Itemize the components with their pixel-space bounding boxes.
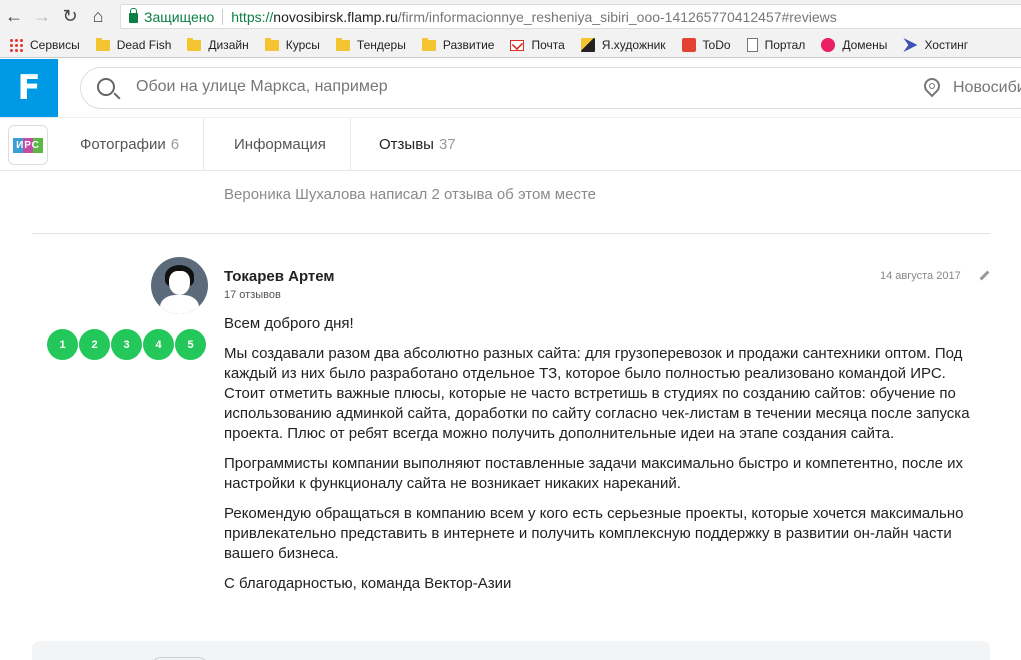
bookmark-label: ToDo bbox=[702, 38, 731, 52]
bookmark-label: Я.художник bbox=[601, 38, 666, 52]
host-icon bbox=[903, 38, 918, 52]
avatar-face bbox=[169, 271, 190, 295]
tab-label: Информация bbox=[234, 136, 326, 153]
reviewer-review-count: 17 отзывов bbox=[224, 289, 281, 301]
url-scheme: https:// bbox=[231, 8, 274, 25]
bookmark-portal[interactable]: Портал bbox=[738, 38, 813, 52]
mail-icon bbox=[510, 39, 525, 51]
bookmark-artist[interactable]: Я.художник bbox=[572, 38, 673, 52]
todo-icon bbox=[681, 38, 696, 52]
bookmark-todo[interactable]: ToDo bbox=[673, 38, 738, 52]
url-path: /firm/informacionnye_resheniya_sibiri_oo… bbox=[397, 8, 837, 25]
bookmark-label: Тендеры bbox=[356, 38, 406, 52]
tab-info[interactable]: Информация bbox=[210, 118, 351, 171]
rating-point-4: 4 bbox=[143, 329, 174, 360]
bookmark-tenders[interactable]: Тендеры bbox=[327, 37, 413, 52]
folder-icon bbox=[187, 37, 202, 51]
lock-icon bbox=[129, 8, 138, 23]
bookmark-label: Dead Fish bbox=[116, 38, 172, 52]
review-paragraph: С благодарностью, команда Вектор-Азии bbox=[224, 575, 512, 592]
bookmark-label: Портал bbox=[764, 38, 806, 52]
firm-logo-text: ИРС bbox=[13, 137, 43, 153]
folder-icon bbox=[264, 37, 279, 51]
location-pin-icon[interactable] bbox=[920, 74, 944, 98]
bookmark-hosting[interactable]: Хостинг bbox=[894, 38, 975, 52]
review-date: 14 августа 2017 bbox=[880, 270, 961, 282]
rating-point-1: 1 bbox=[47, 329, 78, 360]
site-header: F Новосибирск bbox=[0, 59, 1021, 117]
tab-label: Отзывы bbox=[379, 136, 434, 153]
bookmark-label: Дизайн bbox=[208, 38, 249, 52]
firm-logo[interactable]: ИРС bbox=[8, 125, 48, 165]
review-rating: 1 2 3 4 5 bbox=[47, 329, 206, 360]
url-separator bbox=[222, 8, 224, 25]
bookmarks-bar: Сервисы Dead Fish Дизайн Курсы Тендеры Р… bbox=[0, 33, 1021, 58]
bookmark-label: Хостинг bbox=[924, 38, 969, 52]
bookmark-domains[interactable]: Домены bbox=[812, 38, 894, 52]
bookmark-label: Сервисы bbox=[30, 38, 80, 52]
bookmark-design[interactable]: Дизайн bbox=[178, 37, 255, 52]
rating-point-2: 2 bbox=[79, 329, 110, 360]
address-bar[interactable]: Защищено https:// novosibirsk.flamp.ru /… bbox=[120, 4, 1021, 29]
folder-icon bbox=[421, 37, 436, 51]
review-paragraph: Всем доброго дня! bbox=[224, 315, 354, 332]
bookmark-label: Почта bbox=[531, 38, 565, 52]
bookmark-mail[interactable]: Почта bbox=[501, 38, 571, 52]
apps-icon bbox=[9, 38, 23, 52]
city-selector[interactable]: Новосибирск bbox=[953, 79, 1021, 97]
tab-count: 6 bbox=[170, 136, 180, 153]
bookmark-label: Развитие bbox=[442, 38, 495, 52]
bookmark-dead-fish[interactable]: Dead Fish bbox=[87, 37, 179, 52]
url-host: novosibirsk.flamp.ru bbox=[273, 8, 398, 25]
bookmark-label: Домены bbox=[842, 38, 888, 52]
tab-photos[interactable]: Фотографии 6 bbox=[56, 118, 205, 171]
flamp-logo[interactable]: F bbox=[0, 59, 58, 117]
bookmark-courses[interactable]: Курсы bbox=[256, 37, 327, 52]
search-icon[interactable] bbox=[97, 78, 115, 96]
avatar-body bbox=[160, 295, 199, 314]
review-divider bbox=[32, 233, 990, 234]
folder-icon bbox=[95, 37, 110, 51]
review-paragraph: Программисты компании выполняют поставле… bbox=[224, 455, 963, 492]
bookmark-services[interactable]: Сервисы bbox=[0, 38, 87, 52]
back-arrow-icon[interactable]: ← bbox=[0, 0, 28, 33]
bookmark-development[interactable]: Развитие bbox=[413, 37, 502, 52]
bookmark-label: Курсы bbox=[285, 38, 320, 52]
tab-reviews[interactable]: Отзывы 37 bbox=[355, 118, 480, 171]
review-paragraph: Мы создавали разом два абсолютно разных … bbox=[224, 345, 970, 442]
art-icon bbox=[580, 38, 595, 52]
doc-icon bbox=[746, 38, 758, 52]
home-icon[interactable]: ⌂ bbox=[84, 0, 112, 33]
review-body: Всем доброго дня! Мы создавали разом два… bbox=[224, 314, 984, 604]
reviewer-avatar[interactable] bbox=[151, 257, 208, 314]
domain-icon bbox=[821, 38, 836, 52]
search-box[interactable]: Новосибирск bbox=[80, 67, 1021, 109]
forward-arrow-icon[interactable]: → bbox=[28, 0, 56, 33]
search-input[interactable] bbox=[136, 78, 736, 96]
reviewer-name[interactable]: Токарев Артем bbox=[224, 268, 335, 285]
tab-count: 37 bbox=[438, 136, 456, 153]
reload-icon[interactable]: ↻ bbox=[56, 0, 84, 33]
browser-toolbar: ← → ↻ ⌂ Защищено https:// novosibirsk.fl… bbox=[0, 0, 1021, 33]
tab-label: Фотографии bbox=[80, 136, 166, 153]
folder-icon bbox=[335, 37, 350, 51]
pencil-icon[interactable] bbox=[979, 271, 989, 281]
author-review-note[interactable]: Вероника Шухалова написал 2 отзыва об эт… bbox=[224, 186, 596, 203]
rating-point-5: 5 bbox=[175, 329, 206, 360]
review-paragraph: Рекомендую обращаться в компанию всем у … bbox=[224, 505, 964, 562]
firm-tabs: ИРС Фотографии 6 Информация Отзывы 37 bbox=[0, 117, 1021, 171]
secure-label: Защищено bbox=[144, 8, 215, 25]
rating-point-3: 3 bbox=[111, 329, 142, 360]
